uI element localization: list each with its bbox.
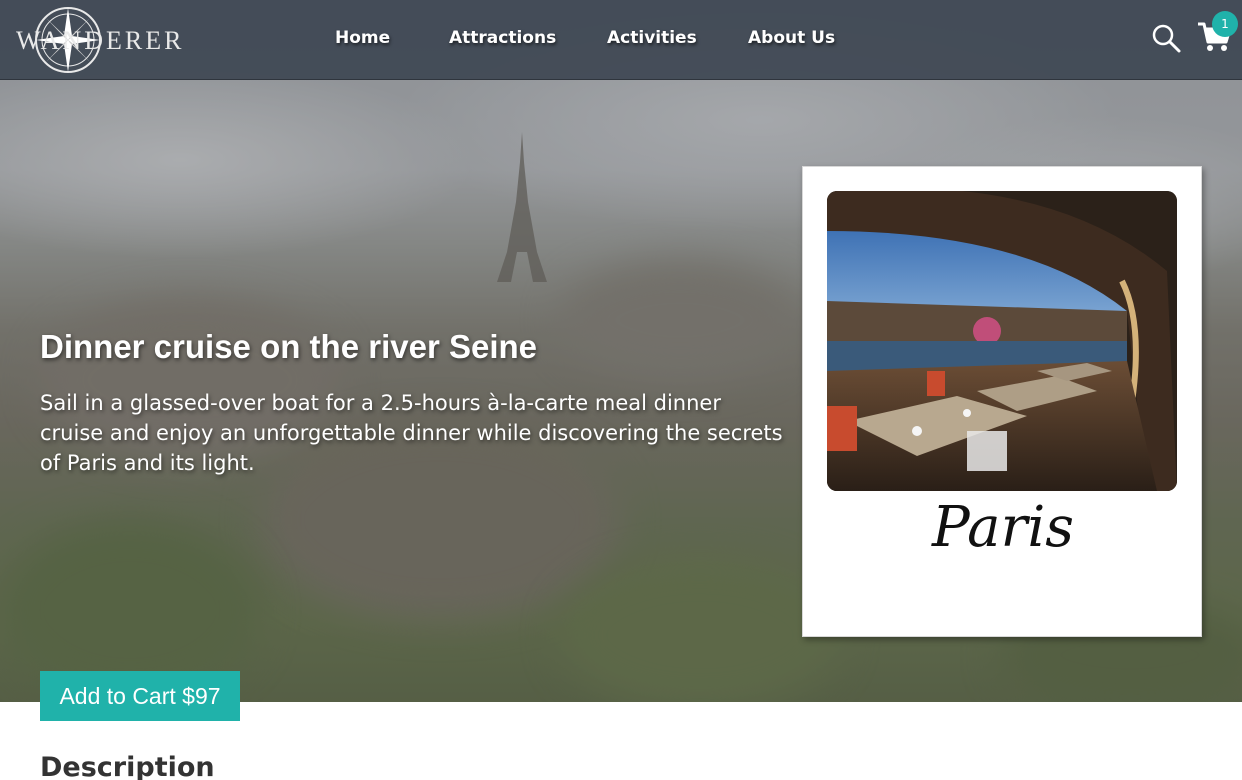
description-heading: Description [40, 752, 215, 780]
nav-item-attractions[interactable]: Attractions [449, 28, 556, 48]
top-navbar: WANDERER Home Attractions Activities Abo… [0, 0, 1242, 80]
tour-description: Sail in a glassed-over boat for a 2.5-ho… [40, 391, 783, 475]
nav-item-activities[interactable]: Activities [607, 28, 697, 48]
logo-text: WANDERER [16, 26, 185, 55]
tour-photo [827, 191, 1177, 491]
search-icon[interactable] [1150, 22, 1182, 54]
add-to-cart-button[interactable]: Add to Cart $97 [40, 671, 240, 721]
cart-count-badge: 1 [1212, 11, 1238, 37]
destination-card: Paris [802, 166, 1202, 637]
nav-item-about-us[interactable]: About Us [748, 28, 835, 48]
logo[interactable]: WANDERER [14, 4, 184, 76]
nav-item-home[interactable]: Home [335, 28, 390, 48]
tour-title: Dinner cruise on the river Seine [40, 328, 537, 365]
city-name: Paris [932, 495, 1074, 560]
